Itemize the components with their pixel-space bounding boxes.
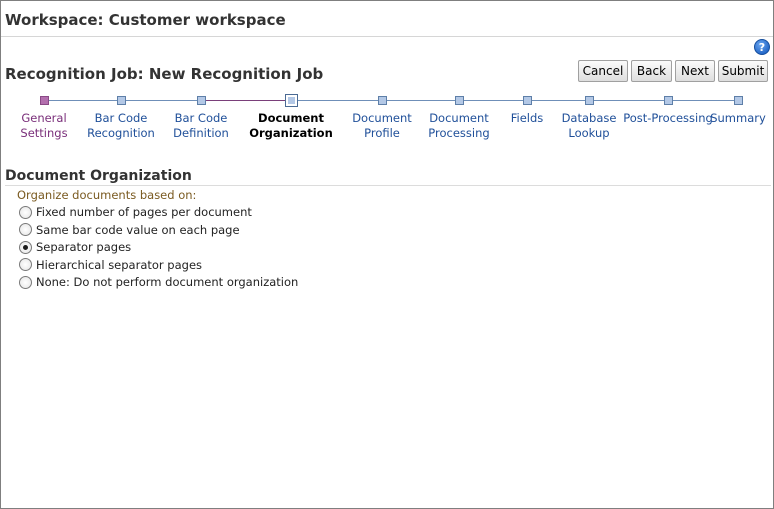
train-stop-label: Document Organization <box>249 111 333 140</box>
train-stop-marker[interactable] <box>733 95 743 105</box>
train-connector <box>668 100 738 101</box>
train-connector <box>201 100 291 101</box>
train-stop-marker[interactable] <box>663 95 673 105</box>
train-connector <box>44 100 121 101</box>
workspace-divider <box>1 36 773 37</box>
train-stop-marker[interactable] <box>196 95 206 105</box>
train-connector <box>291 100 382 101</box>
radio-option-label[interactable]: Hierarchical separator pages <box>36 258 202 272</box>
train-connector <box>527 100 589 101</box>
train-stop-marker[interactable] <box>522 95 532 105</box>
next-button[interactable]: Next <box>675 60 715 82</box>
radio-button[interactable] <box>19 275 32 289</box>
train-stop-marker[interactable] <box>116 95 126 105</box>
train-stop-marker[interactable] <box>377 95 387 105</box>
train-connector <box>121 100 201 101</box>
train-stop-label[interactable]: Summary <box>688 111 774 126</box>
radio-button-checked[interactable] <box>19 240 32 254</box>
radio-option[interactable]: None: Do not perform document organizati… <box>19 274 298 290</box>
radio-option[interactable]: Fixed number of pages per document <box>19 204 252 220</box>
radio-button[interactable] <box>19 205 32 219</box>
radio-group-label: Organize documents based on: <box>17 188 197 202</box>
section-title: Document Organization <box>5 168 192 184</box>
radio-button[interactable] <box>19 258 32 271</box>
submit-button[interactable]: Submit <box>718 60 768 82</box>
radio-option-label[interactable]: None: Do not perform document organizati… <box>36 275 298 289</box>
train-connector <box>382 100 459 101</box>
cancel-button[interactable]: Cancel <box>578 60 628 82</box>
radio-option-label[interactable]: Fixed number of pages per document <box>36 205 252 219</box>
page-title: Recognition Job: New Recognition Job <box>5 65 324 83</box>
train-connector <box>459 100 527 101</box>
radio-option-label[interactable]: Same bar code value on each page <box>36 223 240 237</box>
radio-option[interactable]: Separator pages <box>19 239 131 255</box>
train-connector <box>589 100 668 101</box>
help-glyph: ? <box>759 41 765 54</box>
page-frame: Workspace: Customer workspace ? Recognit… <box>0 0 774 509</box>
radio-option[interactable]: Same bar code value on each page <box>19 222 240 238</box>
section-divider <box>5 185 771 186</box>
radio-button[interactable] <box>19 223 32 236</box>
radio-option-label[interactable]: Separator pages <box>36 240 131 254</box>
train-stop-marker <box>284 93 298 107</box>
workspace-title: Workspace: Customer workspace <box>5 11 286 29</box>
train-stop-label[interactable]: Bar Code Definition <box>151 111 251 141</box>
train-stop-marker[interactable] <box>39 95 49 105</box>
train-stop-marker[interactable] <box>454 95 464 105</box>
train-stop-marker[interactable] <box>584 95 594 105</box>
back-button[interactable]: Back <box>631 60 672 82</box>
radio-option[interactable]: Hierarchical separator pages <box>19 257 202 273</box>
help-icon[interactable]: ? <box>754 39 770 55</box>
